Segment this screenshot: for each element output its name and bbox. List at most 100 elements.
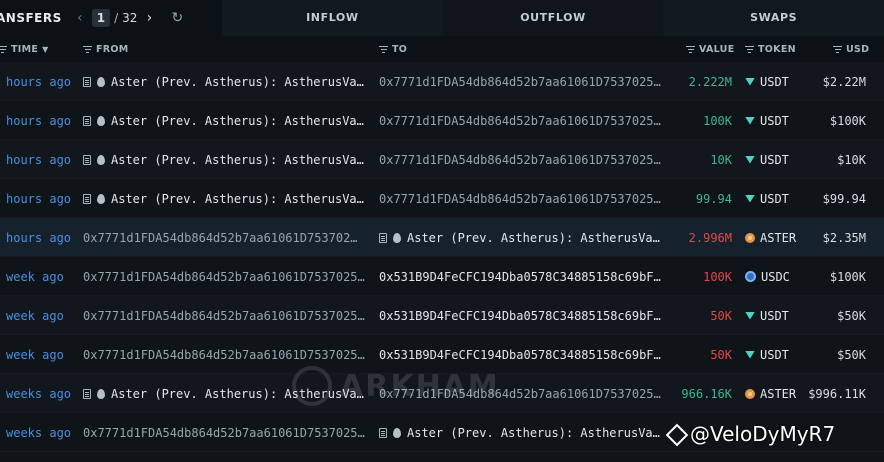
table-row[interactable]: hours ago 0x7771d1FDA54db864d52b7aa61061… — [0, 218, 884, 257]
to-address[interactable]: 0x7771d1FDA54db864d52b7aa61061D7537025… — [379, 140, 664, 179]
usd-amount: $99.94 — [822, 191, 866, 206]
col-to-header[interactable]: TO — [379, 44, 407, 55]
page-indicator: 1 / 32 — [91, 8, 138, 27]
usdt-icon — [745, 194, 755, 203]
usd-amount: $10K — [837, 152, 866, 167]
filter-icon[interactable] — [833, 45, 842, 53]
time-link[interactable]: week ago — [6, 257, 78, 296]
time-link[interactable]: hours ago — [6, 101, 78, 140]
value-amount: 99.94 — [695, 191, 732, 206]
col-from-header[interactable]: FROM — [83, 44, 129, 55]
pagination: ‹ 1 / 32 › ↻ — [74, 8, 183, 27]
usdt-icon — [745, 350, 755, 359]
col-to-label: TO — [392, 43, 408, 55]
table-row[interactable]: week ago 0x7771d1FDA54db864d52b7aa61061D… — [0, 335, 884, 374]
usd-amount: $996.11K — [808, 386, 866, 401]
total-pages: 32 — [122, 10, 138, 25]
to-address[interactable]: 0x7771d1FDA54db864d52b7aa61061D7537025… — [379, 179, 664, 218]
transfers-header: ANSFERS ‹ 1 / 32 › ↻ — [0, 0, 222, 36]
time-link[interactable]: hours ago — [6, 218, 78, 257]
to-entity[interactable]: Aster (Prev. Astherus): AstherusVa… — [379, 413, 664, 452]
from-address[interactable]: 0x7771d1FDA54db864d52b7aa61061D753702… — [83, 218, 373, 257]
col-time-label: TIME — [11, 43, 39, 55]
to-address[interactable]: 0x7771d1FDA54db864d52b7aa61061D7537025… — [379, 62, 664, 101]
tab-outflow[interactable]: OUTFLOW — [442, 0, 664, 36]
refresh-icon[interactable]: ↻ — [171, 10, 183, 26]
entity-logo-icon — [97, 388, 105, 399]
from-address[interactable]: 0x7771d1FDA54db864d52b7aa61061D7537025… — [83, 413, 373, 452]
time-link[interactable]: weeks ago — [6, 374, 78, 413]
from-entity[interactable]: Aster (Prev. Astherus): AstherusVa… — [83, 374, 373, 413]
usd-amount: $50K — [837, 308, 866, 323]
entity-logo-icon — [97, 76, 105, 87]
time-link[interactable]: week ago — [6, 296, 78, 335]
from-entity[interactable]: Aster (Prev. Astherus): AstherusVa… — [83, 140, 373, 179]
value-amount: 50K — [710, 308, 732, 323]
flow-tabs: INFLOW OUTFLOW SWAPS — [222, 0, 884, 36]
table-row[interactable]: hours ago Aster (Prev. Astherus): Asther… — [0, 179, 884, 218]
current-page[interactable]: 1 — [91, 8, 111, 27]
contract-icon — [83, 388, 91, 399]
table-row[interactable]: weeks ago Aster (Prev. Astherus): Asther… — [0, 374, 884, 413]
chevron-right-icon[interactable]: › — [143, 10, 155, 26]
usdt-icon — [745, 77, 755, 86]
time-link[interactable]: hours ago — [6, 140, 78, 179]
table-row[interactable]: hours ago Aster (Prev. Astherus): Asther… — [0, 101, 884, 140]
value-amount: 100K — [703, 269, 732, 284]
from-address[interactable]: 0x7771d1FDA54db864d52b7aa61061D7537025… — [83, 296, 373, 335]
contract-icon — [83, 115, 91, 126]
entity-logo-icon — [97, 193, 105, 204]
chevron-left-icon[interactable]: ‹ — [74, 10, 86, 26]
contract-icon — [83, 193, 91, 204]
time-link[interactable]: hours ago — [6, 179, 78, 218]
entity-logo-icon — [97, 154, 105, 165]
entity-logo-icon — [393, 427, 401, 438]
usd-amount — [796, 413, 866, 452]
to-address[interactable]: 0x7771d1FDA54db864d52b7aa61061D7537025… — [379, 101, 664, 140]
aster-token-icon — [745, 388, 755, 399]
from-entity[interactable]: Aster (Prev. Astherus): AstherusVa… — [83, 179, 373, 218]
filter-icon[interactable] — [379, 45, 388, 53]
to-entity[interactable]: Aster (Prev. Astherus): AstherusVa… — [379, 218, 664, 257]
tab-swaps[interactable]: SWAPS — [663, 0, 884, 36]
to-address[interactable]: 0x531B9D4FeCFC194Dba0578C34885158c69bF… — [379, 335, 664, 374]
filter-icon[interactable] — [83, 45, 92, 53]
table-row[interactable]: week ago 0x7771d1FDA54db864d52b7aa61061D… — [0, 296, 884, 335]
usdt-icon — [745, 311, 755, 320]
col-from-label: FROM — [96, 43, 129, 55]
value-amount: 50K — [710, 347, 732, 362]
table-header: TIME ▼ FROM TO VALUE TOKEN USD — [0, 36, 884, 62]
to-address[interactable]: 0x7771d1FDA54db864d52b7aa61061D7537025… — [379, 374, 664, 413]
time-link[interactable]: hours ago — [6, 62, 78, 101]
to-address[interactable]: 0x531B9D4FeCFC194Dba0578C34885158c69bF… — [379, 296, 664, 335]
value-amount: 10K — [710, 152, 732, 167]
from-entity[interactable]: Aster (Prev. Astherus): AstherusVa… — [83, 62, 373, 101]
sort-down-icon[interactable]: ▼ — [42, 45, 48, 54]
usdt-icon — [745, 155, 755, 164]
table-row[interactable]: weeks ago 0x7771d1FDA54db864d52b7aa61061… — [0, 413, 884, 452]
from-address[interactable]: 0x7771d1FDA54db864d52b7aa61061D7537025… — [83, 257, 373, 296]
table-row[interactable]: week ago 0x7771d1FDA54db864d52b7aa61061D… — [0, 257, 884, 296]
from-entity[interactable]: Aster (Prev. Astherus): AstherusVa… — [83, 101, 373, 140]
transfers-table: hours ago Aster (Prev. Astherus): Asther… — [0, 62, 884, 452]
usd-amount: $2.35M — [822, 230, 866, 245]
filter-icon[interactable] — [0, 45, 7, 53]
to-address[interactable]: 0x531B9D4FeCFC194Dba0578C34885158c69bF… — [379, 257, 664, 296]
col-token-header[interactable]: TOKEN — [745, 44, 796, 55]
value-amount — [632, 413, 732, 452]
table-row[interactable]: hours ago Aster (Prev. Astherus): Asther… — [0, 140, 884, 179]
table-row[interactable]: hours ago Aster (Prev. Astherus): Asther… — [0, 62, 884, 101]
time-link[interactable]: weeks ago — [6, 413, 78, 452]
usd-amount: $100K — [829, 269, 866, 284]
filter-icon[interactable] — [745, 45, 754, 53]
entity-logo-icon — [97, 115, 105, 126]
usdt-icon — [745, 116, 755, 125]
col-time-header[interactable]: TIME ▼ — [0, 44, 49, 55]
col-usd-header[interactable]: USD — [833, 44, 869, 55]
usdc-icon — [745, 271, 756, 282]
filter-icon[interactable] — [686, 45, 695, 53]
from-address[interactable]: 0x7771d1FDA54db864d52b7aa61061D7537025… — [83, 335, 373, 374]
col-value-header[interactable]: VALUE — [686, 44, 734, 55]
tab-inflow[interactable]: INFLOW — [222, 0, 443, 36]
time-link[interactable]: week ago — [6, 335, 78, 374]
